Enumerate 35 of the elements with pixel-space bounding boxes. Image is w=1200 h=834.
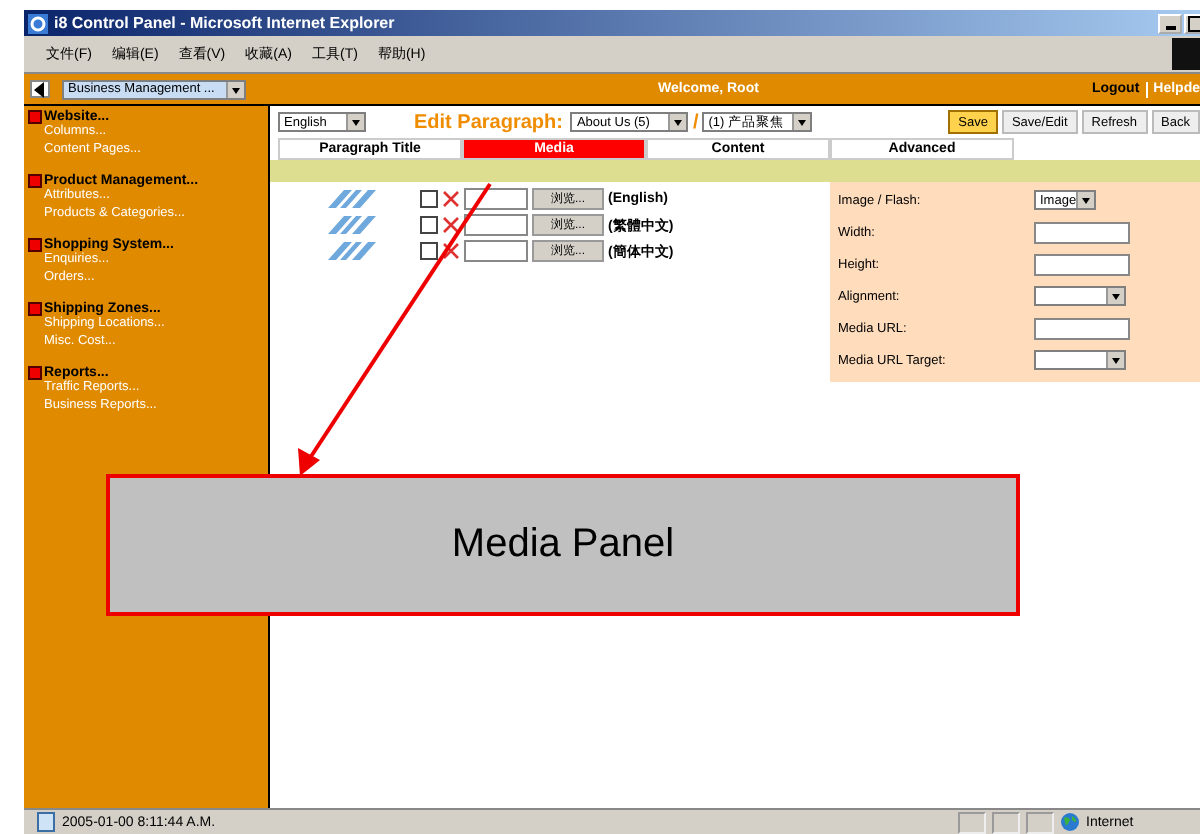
bullet-icon xyxy=(28,302,42,316)
minimize-icon xyxy=(1165,26,1175,30)
file-field[interactable] xyxy=(464,188,528,210)
status-panel xyxy=(1026,811,1054,833)
property-field[interactable] xyxy=(1034,221,1130,243)
globe-icon xyxy=(1060,812,1080,832)
property-field[interactable] xyxy=(1034,317,1130,339)
checkbox[interactable] xyxy=(420,190,438,208)
delete-icon[interactable] xyxy=(442,216,460,234)
browser-icon xyxy=(28,13,48,33)
bullet-icon xyxy=(28,110,42,124)
separator-text: / xyxy=(692,111,699,133)
maximize-icon xyxy=(1188,15,1200,31)
bullet-icon xyxy=(28,238,42,252)
bullet-icon xyxy=(28,174,42,188)
delete-icon[interactable] xyxy=(442,242,460,260)
browser-logo-icon xyxy=(1172,38,1200,70)
status-panel xyxy=(992,811,1020,833)
collapse-button[interactable] xyxy=(30,80,50,98)
page-icon xyxy=(36,812,56,832)
callout-label: Media Panel xyxy=(451,522,675,568)
delete-icon[interactable] xyxy=(442,190,460,208)
checkbox[interactable] xyxy=(420,216,438,234)
checkbox[interactable] xyxy=(420,242,438,260)
left-arrow-icon xyxy=(34,81,46,97)
property-field[interactable] xyxy=(1034,253,1130,275)
property-select[interactable] xyxy=(1034,350,1126,370)
window-title: i8 Control Panel - Microsoft Internet Explorer xyxy=(54,14,395,32)
bullet-icon xyxy=(28,366,42,380)
status-panel xyxy=(958,811,986,833)
property-select[interactable] xyxy=(1034,286,1126,306)
file-field[interactable] xyxy=(464,240,528,262)
editor-heading: Edit Paragraph: xyxy=(414,111,563,133)
file-field[interactable] xyxy=(464,214,528,236)
minimize-button[interactable] xyxy=(1158,13,1182,33)
